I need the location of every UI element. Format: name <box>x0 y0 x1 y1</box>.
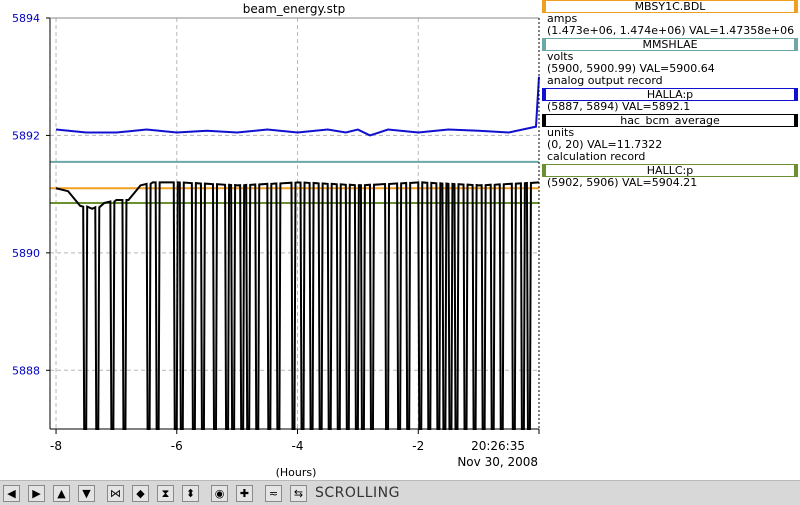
scroll-mode-icon[interactable]: ⇆ <box>290 485 307 502</box>
legend-entry-mbsy1c-bdl[interactable]: MBSY1C.BDL <box>542 0 798 13</box>
date-label: Nov 30, 2008 <box>457 455 538 469</box>
add-icon[interactable]: ✚ <box>236 485 253 502</box>
y-tick-label: 5892 <box>12 129 40 142</box>
strip-chart[interactable]: 5888 5890 5892 5894 -8 -6 -4 -2 beam_energy.stp… <box>0 0 540 480</box>
chart-title: beam_energy.stp <box>243 2 346 16</box>
time-label: 20:26:35 <box>471 439 525 453</box>
zoom-in-x-icon[interactable]: ⋈ <box>107 485 124 502</box>
legend-range: (5887, 5894) VAL=5892.1 <box>547 100 691 113</box>
toolbar-status: SCROLLING <box>315 485 400 501</box>
x-tick-label: -4 <box>292 439 304 453</box>
pan-left-icon[interactable]: ◀ <box>3 485 20 502</box>
legend-range: (5902, 5906) VAL=5904.21 <box>547 176 698 189</box>
zoom-out-y-icon[interactable]: ⬍ <box>182 485 199 502</box>
legend-range: (1.473e+06, 1.474e+06) VAL=1.47358e+06 <box>547 24 795 37</box>
legend-entry-hac-bcm-average[interactable]: hac_bcm_average <box>542 114 798 127</box>
pan-up-icon[interactable]: ▲ <box>53 485 70 502</box>
y-tick-label: 5888 <box>12 364 40 377</box>
pan-down-icon[interactable]: ▼ <box>78 485 95 502</box>
x-tick-label: -6 <box>171 439 183 453</box>
y-tick-label: 5894 <box>12 12 40 25</box>
toolbar: ◀ ▶ ▲ ▼ ⋈ ◆ ⧗ ⬍ ◉ ✚ ≂ ⇆ SCROLLING <box>0 480 800 505</box>
zoom-out-x-icon[interactable]: ◆ <box>132 485 149 502</box>
reset-icon[interactable]: ◉ <box>211 485 228 502</box>
legend-record: analog output record <box>547 74 663 87</box>
x-tick-label: -2 <box>412 439 424 453</box>
zoom-in-y-icon[interactable]: ⧗ <box>157 485 174 502</box>
y-tick-label: 5890 <box>12 247 40 260</box>
x-tick-label: -8 <box>50 439 62 453</box>
legend-record: calculation record <box>547 150 646 163</box>
legend-entry-mmshlae[interactable]: MMSHLAE <box>542 38 798 51</box>
pan-right-icon[interactable]: ▶ <box>28 485 45 502</box>
auto-scale-icon[interactable]: ≂ <box>265 485 282 502</box>
x-axis-label: (Hours) <box>276 466 317 479</box>
